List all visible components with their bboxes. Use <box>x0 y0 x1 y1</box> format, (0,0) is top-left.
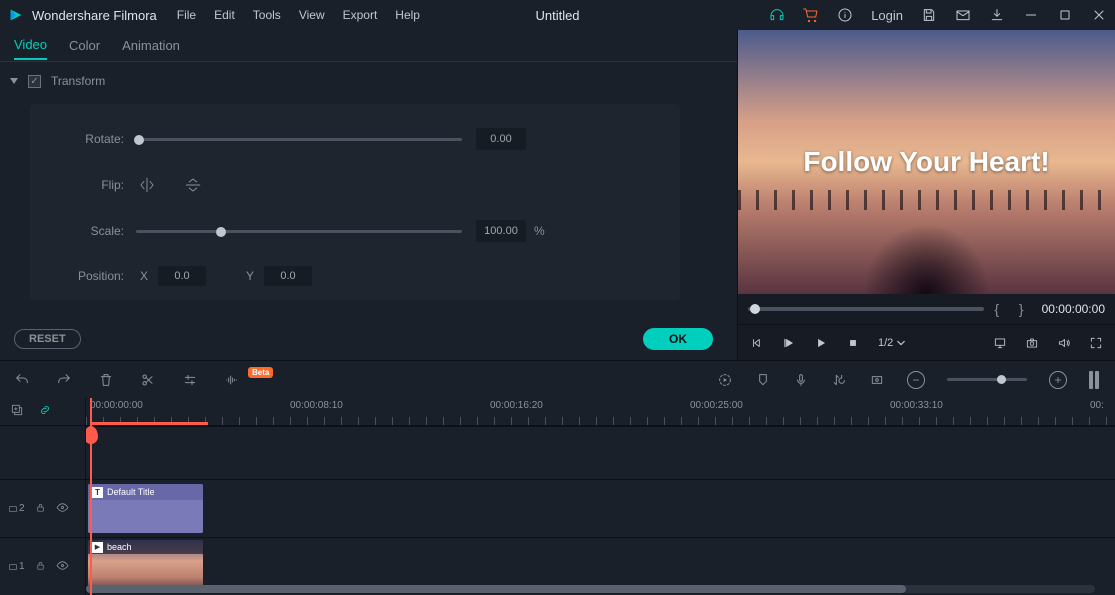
video-clip-label: beach <box>107 542 132 552</box>
stop-button[interactable] <box>846 336 860 350</box>
menu-help[interactable]: Help <box>395 8 420 22</box>
rotate-slider[interactable] <box>136 138 462 141</box>
preview-zoom-combo[interactable]: 1/2 <box>878 337 905 349</box>
position-x-label: X <box>140 269 148 283</box>
reset-button[interactable]: RESET <box>14 329 81 349</box>
timeline-ruler[interactable]: 00:00:00:00 00:00:08:10 00:00:16:20 00:0… <box>86 398 1115 426</box>
playhead-range <box>90 422 208 425</box>
lock-track-icon[interactable] <box>35 502 46 516</box>
rotate-label: Rotate: <box>50 132 136 146</box>
flip-horizontal-button[interactable] <box>136 174 158 196</box>
audio-beat-button[interactable] <box>224 372 240 388</box>
zoom-fit-button[interactable] <box>1089 371 1101 389</box>
app-title: Wondershare Filmora <box>32 8 157 23</box>
ok-button[interactable]: OK <box>643 328 713 350</box>
tab-animation[interactable]: Animation <box>122 32 180 59</box>
download-icon[interactable] <box>989 7 1005 23</box>
title-clip[interactable]: T Default Title <box>88 484 203 533</box>
transform-label: Transform <box>51 74 105 88</box>
mark-in-out[interactable]: { } <box>994 301 1031 317</box>
flip-vertical-button[interactable] <box>182 174 204 196</box>
play-button[interactable] <box>782 336 796 350</box>
position-y-input[interactable] <box>264 266 312 286</box>
support-icon[interactable] <box>769 7 785 23</box>
mail-icon[interactable] <box>955 7 971 23</box>
render-button[interactable] <box>717 372 733 388</box>
titlebar: Wondershare Filmora File Edit Tools View… <box>0 0 1115 30</box>
menu-tools[interactable]: Tools <box>253 8 281 22</box>
tab-color[interactable]: Color <box>69 32 100 59</box>
menu-file[interactable]: File <box>177 8 196 22</box>
info-icon[interactable] <box>837 7 853 23</box>
play-forward-button[interactable] <box>814 336 828 350</box>
voiceover-button[interactable] <box>793 372 809 388</box>
marker-button[interactable] <box>755 372 771 388</box>
expand-caret-icon[interactable] <box>10 78 18 84</box>
preview-viewport[interactable]: Follow Your Heart! <box>738 30 1115 294</box>
menu-export[interactable]: Export <box>343 8 378 22</box>
scale-slider[interactable] <box>136 230 462 233</box>
transform-section-header[interactable]: ✓ Transform <box>10 74 727 88</box>
adjust-button[interactable] <box>182 372 198 388</box>
timeline-zoom-slider[interactable] <box>947 378 1027 381</box>
login-button[interactable]: Login <box>871 8 903 23</box>
title-track[interactable]: T Default Title <box>86 479 1115 537</box>
flip-label: Flip: <box>50 178 136 192</box>
video-clip-type-icon: ▶ <box>92 542 103 553</box>
fullscreen-icon[interactable] <box>1089 336 1103 350</box>
undo-button[interactable] <box>14 372 30 388</box>
volume-icon[interactable] <box>1057 336 1071 350</box>
prev-frame-button[interactable] <box>750 336 764 350</box>
display-icon[interactable] <box>993 336 1007 350</box>
document-title: Untitled <box>535 8 579 23</box>
save-icon[interactable] <box>921 7 937 23</box>
mixer-button[interactable] <box>831 372 847 388</box>
zoom-in-button[interactable]: + <box>1049 371 1067 389</box>
preview-timecode: 00:00:00:00 <box>1042 302 1105 316</box>
scale-label: Scale: <box>50 224 136 238</box>
rotate-input[interactable] <box>476 128 526 150</box>
position-y-label: Y <box>246 269 254 283</box>
preview-panel: Follow Your Heart! { } 00:00:00:00 1/2 <box>738 30 1115 360</box>
position-x-input[interactable] <box>158 266 206 286</box>
preview-scrubber[interactable] <box>748 307 984 311</box>
tab-video[interactable]: Video <box>14 31 47 60</box>
track-head-title: 2 <box>0 479 85 537</box>
transform-checkbox[interactable]: ✓ <box>28 75 41 88</box>
scale-input[interactable] <box>476 220 526 242</box>
title-clip-label: Default Title <box>107 487 155 497</box>
property-tabs: Video Color Animation <box>0 30 737 62</box>
delete-button[interactable] <box>98 372 114 388</box>
visibility-track-icon[interactable] <box>56 501 69 517</box>
redo-button[interactable] <box>56 372 72 388</box>
lock-track-icon[interactable] <box>35 560 46 574</box>
position-label: Position: <box>50 269 136 283</box>
split-button[interactable] <box>140 372 156 388</box>
title-clip-type-icon: T <box>92 487 103 498</box>
app-logo-icon <box>8 7 24 23</box>
cart-icon[interactable] <box>803 7 819 23</box>
minimize-icon[interactable] <box>1023 7 1039 23</box>
properties-panel: Video Color Animation ✓ Transform Rotate… <box>0 30 738 360</box>
beta-badge: Beta <box>248 367 273 378</box>
close-icon[interactable] <box>1091 7 1107 23</box>
crop-button[interactable] <box>869 372 885 388</box>
track-head-video: 1 <box>0 537 85 595</box>
timeline-toolbar: Beta − + <box>0 360 1115 398</box>
timeline: 2 1 00:00:00:00 00:00:08:10 00:00:16:20 … <box>0 398 1115 595</box>
link-button[interactable] <box>38 403 52 420</box>
scale-unit: % <box>534 224 545 238</box>
timeline-scrollbar[interactable] <box>86 585 1095 593</box>
zoom-out-button[interactable]: − <box>907 371 925 389</box>
add-track-button[interactable] <box>10 403 24 420</box>
playhead[interactable] <box>90 398 92 595</box>
maximize-icon[interactable] <box>1057 7 1073 23</box>
visibility-track-icon[interactable] <box>56 559 69 575</box>
menu-view[interactable]: View <box>299 8 325 22</box>
menu-edit[interactable]: Edit <box>214 8 235 22</box>
main-menu: File Edit Tools View Export Help <box>177 8 420 22</box>
snapshot-icon[interactable] <box>1025 336 1039 350</box>
